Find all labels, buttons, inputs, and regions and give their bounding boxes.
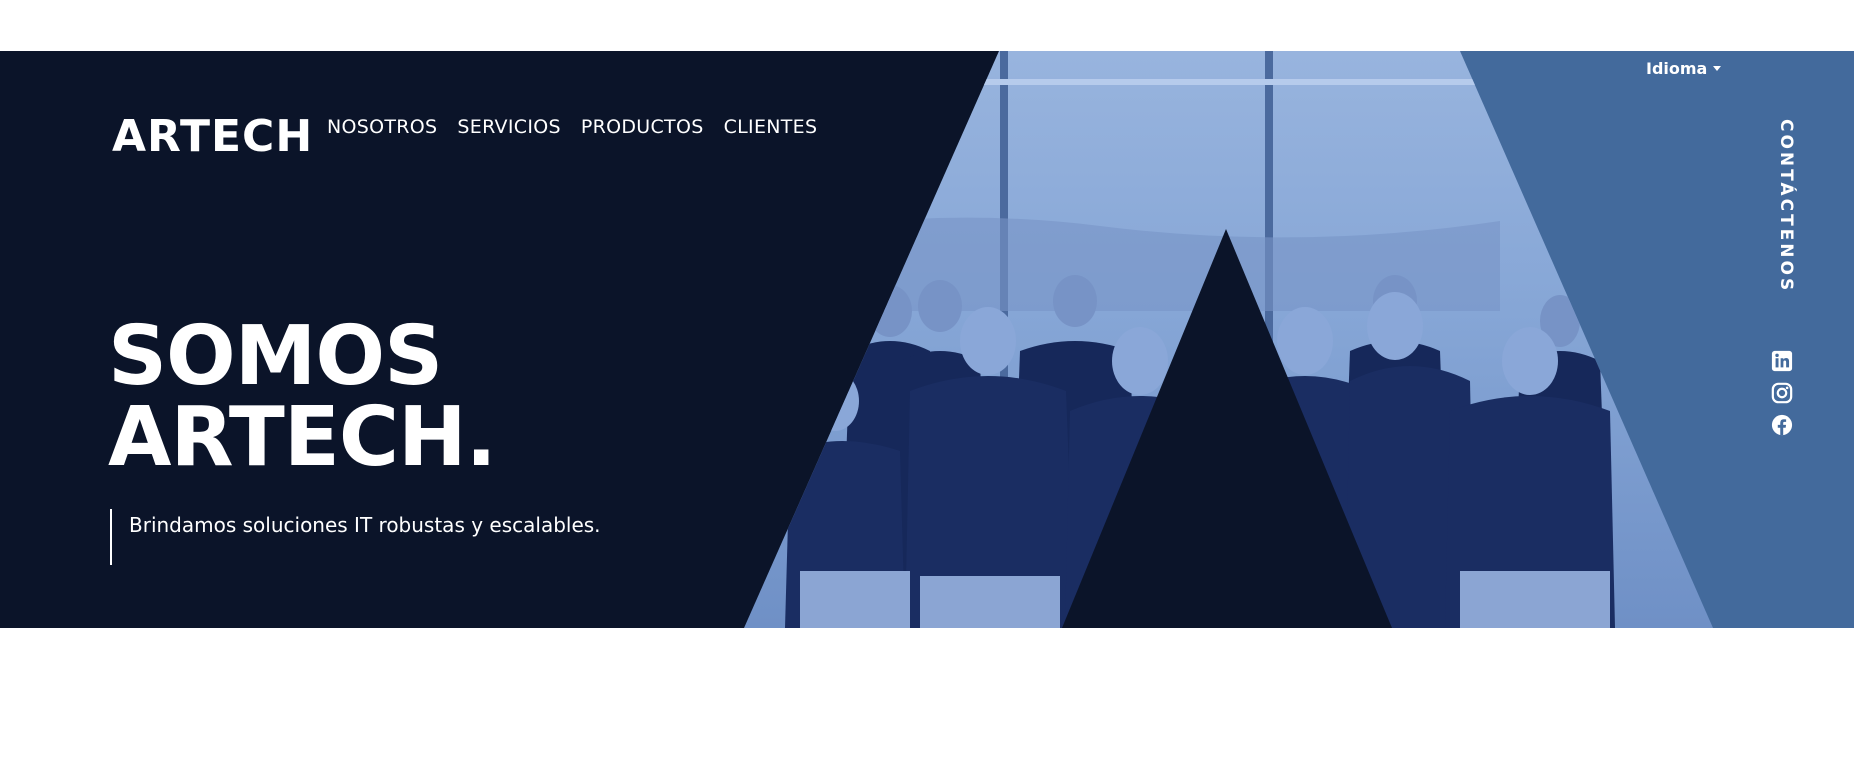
hero-headline: SOMOS ARTECH. <box>108 309 497 485</box>
language-label: Idioma <box>1646 59 1708 78</box>
main-nav: NOSOTROS SERVICIOS PRODUCTOS CLIENTES <box>327 116 817 138</box>
hero-tagline: Brindamos soluciones IT robustas y escal… <box>129 513 601 537</box>
nav-item-servicios[interactable]: SERVICIOS <box>457 116 560 138</box>
headline-line-2: ARTECH. <box>108 390 497 485</box>
nav-item-nosotros[interactable]: NOSOTROS <box>327 116 437 138</box>
contact-link[interactable]: CONTÁCTENOS <box>1768 116 1796 296</box>
hero-section: ARTECH NOSOTROS SERVICIOS PRODUCTOS CLIE… <box>0 51 1854 628</box>
facebook-icon[interactable] <box>1771 414 1793 436</box>
linkedin-icon[interactable] <box>1771 350 1793 372</box>
nav-item-productos[interactable]: PRODUCTOS <box>581 116 704 138</box>
chevron-down-icon <box>1713 66 1722 71</box>
social-links <box>1771 350 1793 436</box>
tagline-divider <box>110 509 112 565</box>
nav-item-clientes[interactable]: CLIENTES <box>724 116 818 138</box>
artech-logo[interactable]: ARTECH <box>112 111 313 162</box>
language-dropdown[interactable]: Idioma <box>1646 59 1722 78</box>
headline-line-1: SOMOS <box>108 309 443 404</box>
instagram-icon[interactable] <box>1771 382 1793 404</box>
